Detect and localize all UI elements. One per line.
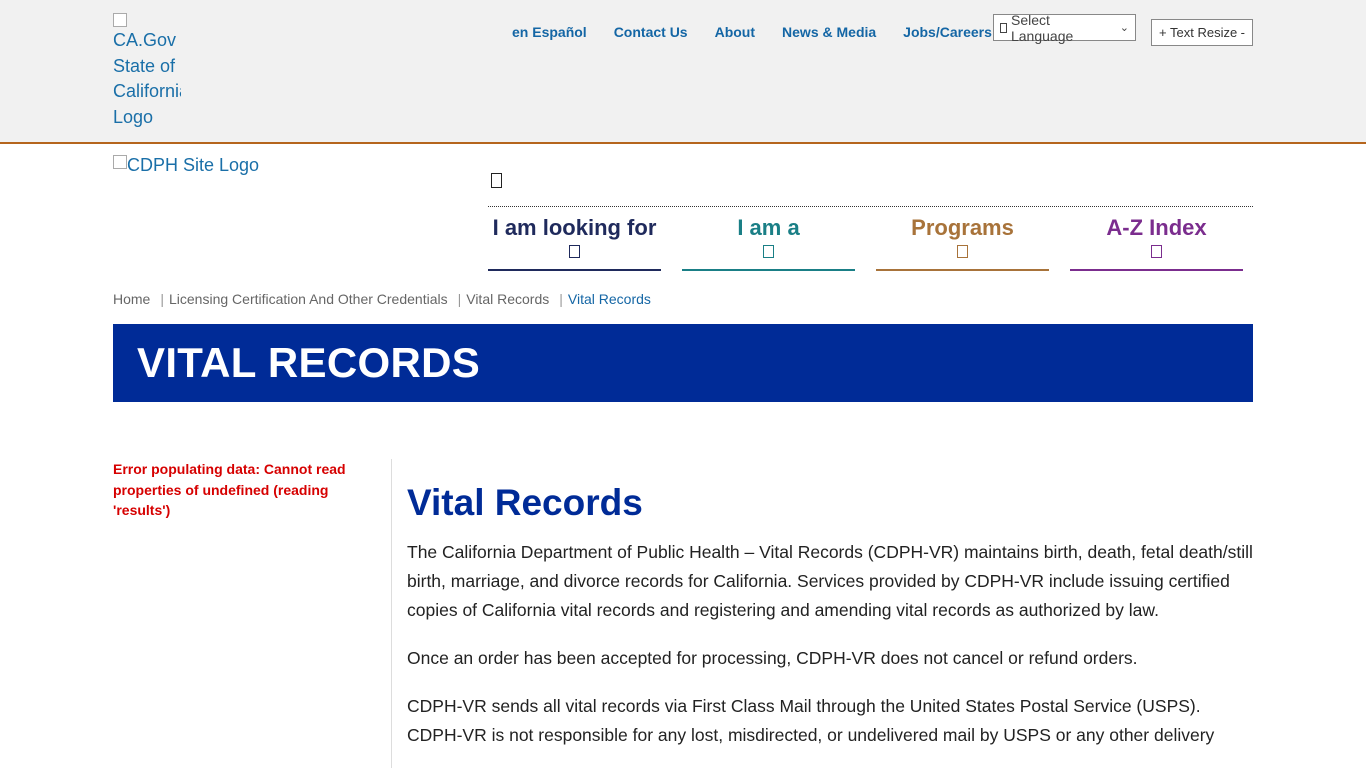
link-contact-us[interactable]: Contact Us [614, 24, 688, 40]
globe-icon [1000, 22, 1007, 33]
text-resize-decrease-button[interactable]: - [1241, 25, 1245, 40]
nav-underline [1070, 269, 1243, 271]
link-news-media[interactable]: News & Media [782, 24, 876, 40]
language-select-label: Select Language [1010, 11, 1074, 44]
chevron-down-icon [957, 245, 968, 258]
breadcrumb-licensing[interactable]: Licensing Certification And Other Creden… [169, 291, 448, 307]
sidebar-error-message: Error populating data: Cannot read prope… [113, 461, 346, 518]
utility-links: en Español Contact Us About News & Media… [512, 24, 1019, 40]
chevron-down-icon: ⌄ [1119, 22, 1129, 34]
nav-item-programs[interactable]: Programs [876, 213, 1049, 271]
text-resize-label: Text Resize [1170, 25, 1238, 40]
main-content: Vital Records The California Department … [407, 480, 1253, 768]
nav-underline [876, 269, 1049, 271]
content-paragraph: CDPH-VR sends all vital records via Firs… [407, 696, 1215, 745]
text-resize-control: + Text Resize - [1151, 19, 1253, 46]
breadcrumb-separator: | [457, 291, 462, 307]
page-title: VITAL RECORDS [137, 339, 481, 386]
ca-gov-logo[interactable]: CA.Gov State of California Logo [113, 13, 181, 133]
nav-item-label: I am looking for [492, 215, 657, 240]
link-jobs-careers[interactable]: Jobs/Careers [903, 24, 992, 40]
breadcrumb-separator: | [160, 291, 164, 307]
chevron-down-icon [1151, 245, 1162, 258]
nav-item-label: A-Z Index [1106, 215, 1207, 240]
utility-header: CA.Gov State of California Logo en Españ… [0, 0, 1366, 144]
link-en-espanol[interactable]: en Español [512, 24, 587, 40]
nav-item-label: Programs [911, 215, 1014, 240]
breadcrumb-home[interactable]: Home [113, 291, 150, 307]
content-paragraph: The California Department of Public Heal… [407, 542, 1253, 620]
nav-item-looking-for[interactable]: I am looking for [488, 213, 661, 271]
nav-underline [488, 269, 661, 271]
broken-image-icon [113, 155, 127, 169]
breadcrumb-current: Vital Records [567, 291, 651, 307]
content-paragraph: Once an order has been accepted for proc… [407, 648, 1138, 668]
main-nav: I am looking for I am a Programs A-Z Ind… [488, 213, 1264, 271]
ca-gov-logo-alt: CA.Gov State of California Logo [113, 30, 181, 127]
nav-item-label: I am a [737, 215, 800, 240]
chevron-down-icon [763, 245, 774, 258]
sidebar-divider [391, 459, 392, 768]
nav-divider [488, 206, 1253, 207]
cdph-site-logo[interactable]: CDPH Site Logo [113, 155, 259, 176]
breadcrumb-separator: | [559, 291, 563, 307]
broken-image-icon [113, 13, 127, 27]
breadcrumb-vital-records[interactable]: Vital Records [466, 291, 549, 307]
nav-item-i-am-a[interactable]: I am a [682, 213, 855, 271]
content-heading: Vital Records [407, 482, 643, 523]
text-resize-increase-button[interactable]: + [1159, 25, 1167, 40]
link-about[interactable]: About [715, 24, 755, 40]
chevron-down-icon [569, 245, 580, 258]
nav-underline [682, 269, 855, 271]
breadcrumb: Home | Licensing Certification And Other… [113, 291, 651, 307]
cdph-site-logo-alt: CDPH Site Logo [127, 155, 260, 175]
nav-item-a-z-index[interactable]: A-Z Index [1070, 213, 1243, 271]
menu-icon[interactable] [491, 173, 502, 188]
page-title-banner: VITAL RECORDS [113, 324, 1253, 402]
language-select[interactable]: Select Language ⌄ [993, 11, 1136, 44]
